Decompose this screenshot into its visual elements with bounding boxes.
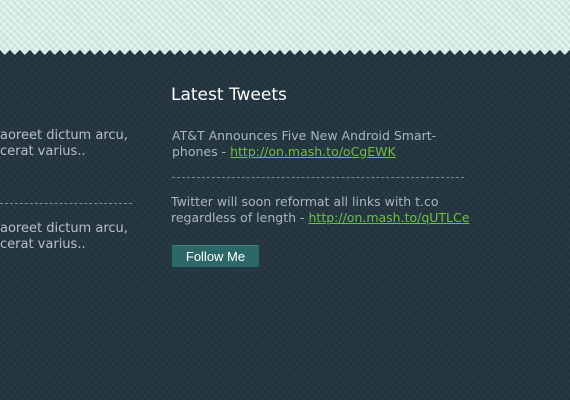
follow-me-button[interactable]: Follow Me	[171, 244, 260, 268]
left-post-excerpt: aoreet dictum arcu, cerat varius..	[0, 128, 150, 160]
tweet-link[interactable]: http://on.mash.to/qUTLCe	[309, 210, 470, 225]
left-post-excerpt: aoreet dictum arcu, cerat varius..	[0, 221, 150, 253]
excerpt-line: cerat varius..	[0, 144, 86, 159]
zigzag-edge	[0, 50, 570, 58]
tweet-item: AT&T Announces Five New Android Smart- p…	[172, 128, 436, 160]
excerpt-line: aoreet dictum arcu,	[0, 128, 128, 143]
left-divider	[0, 203, 132, 204]
tweet-text: AT&T Announces Five New Android Smart-	[172, 128, 437, 143]
excerpt-line: aoreet dictum arcu,	[0, 221, 128, 236]
excerpt-line: cerat varius..	[0, 237, 86, 252]
tweet-text-line: phones - http://on.mash.to/oCgEWK	[172, 144, 436, 160]
widget-title: Latest Tweets	[171, 85, 287, 105]
tweet-text: regardless of length -	[171, 210, 309, 225]
latest-tweets-widget: Latest Tweets AT&T Announces Five New An…	[171, 84, 471, 268]
tweet-text: Twitter will soon reformat all links wit…	[171, 194, 439, 209]
tweet-link[interactable]: http://on.mash.to/oCgEWK	[230, 144, 396, 159]
tweet-text-line: regardless of length - http://on.mash.to…	[171, 210, 469, 226]
top-pattern-band	[0, 0, 570, 50]
tweet-divider	[172, 177, 464, 178]
tweet-item: Twitter will soon reformat all links wit…	[171, 194, 469, 226]
tweet-text: phones -	[172, 144, 231, 159]
